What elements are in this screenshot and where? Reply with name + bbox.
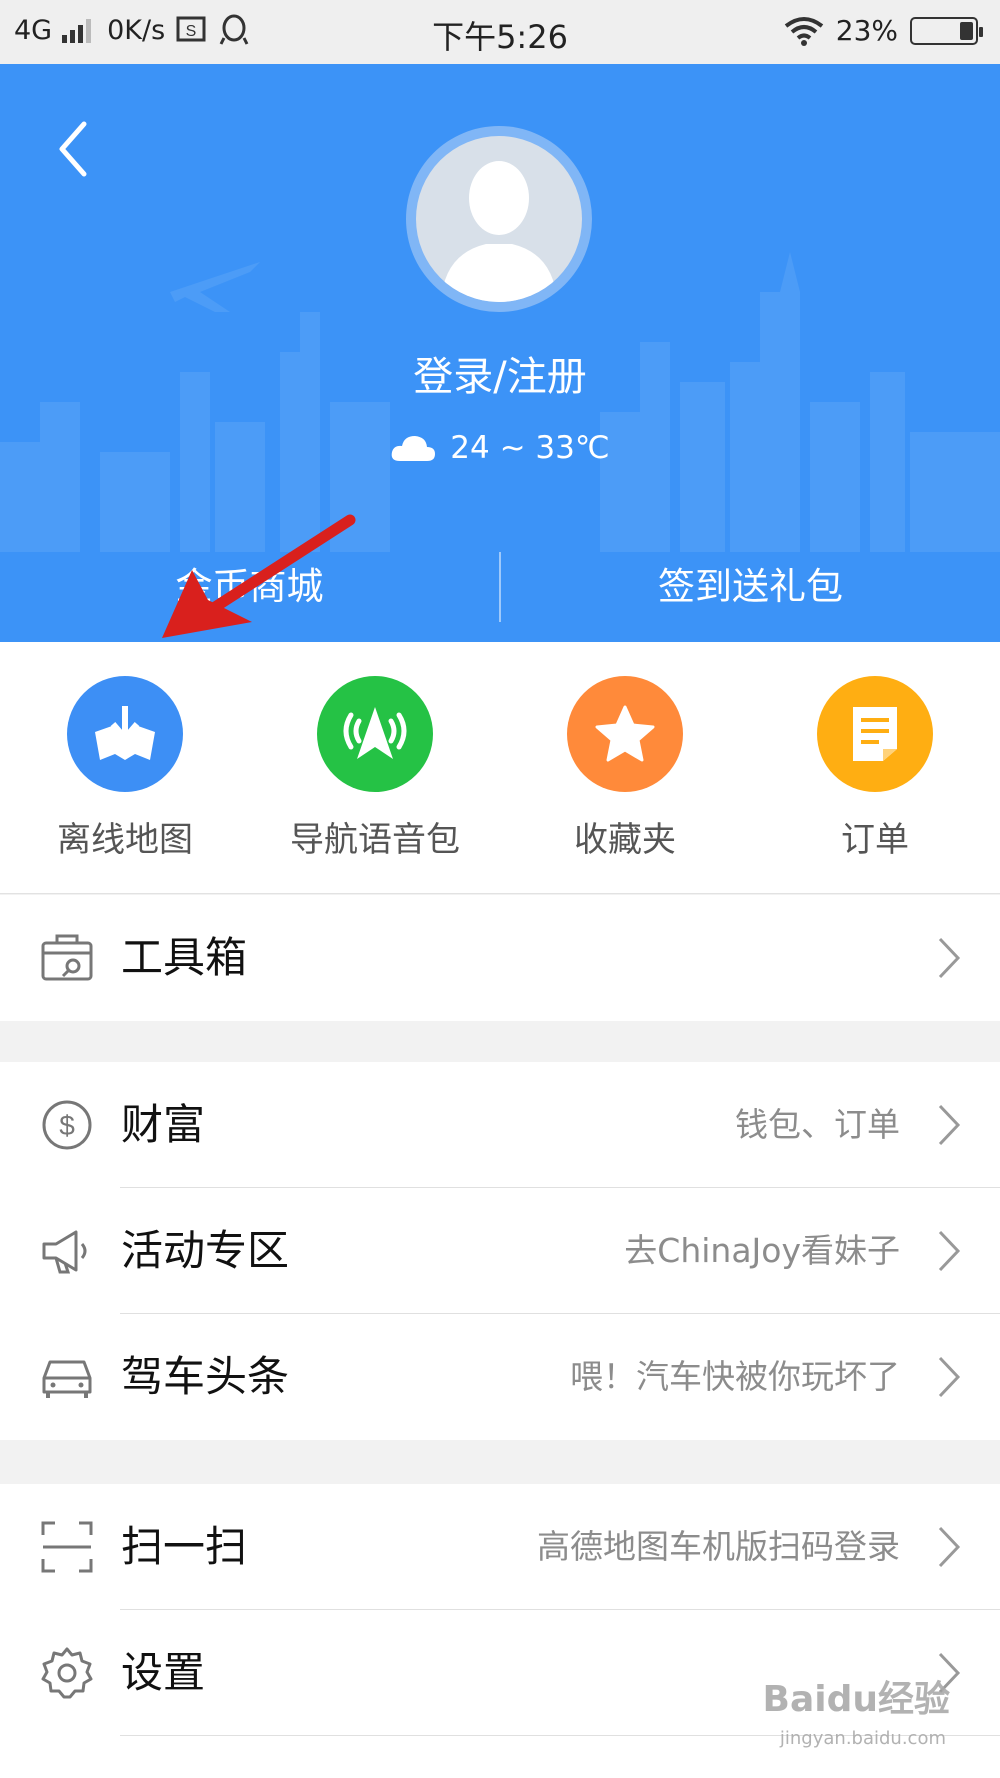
menu-group-services: $ 财富 钱包、订单 活动专区 去ChinaJoy看妹子 驾车头条 喂！汽车快被…	[0, 1062, 1000, 1440]
avatar[interactable]	[406, 126, 592, 312]
scan-frame-icon	[41, 1521, 93, 1573]
toolbox-title: 工具箱	[121, 933, 248, 982]
scan-title: 扫一扫	[121, 1522, 248, 1571]
star-icon	[567, 676, 683, 792]
settings-title: 设置	[121, 1648, 206, 1697]
status-bar: 4G 0K/s S 下午5:26 23%	[0, 0, 1000, 64]
weather-info: 24 ~ 33℃	[0, 430, 1000, 466]
person-silhouette-icon	[441, 161, 557, 302]
orders-button[interactable]: 订单	[750, 642, 1000, 893]
megaphone-icon	[42, 1230, 87, 1274]
driving-news-subtitle: 喂！汽车快被你玩坏了	[570, 1357, 900, 1396]
cloud-icon	[391, 436, 436, 461]
navigation-voice-icon	[317, 676, 433, 792]
driving-news-title: 驾车头条	[121, 1352, 290, 1401]
baidu-jingyan-watermark: Baidu经验	[762, 1679, 950, 1720]
profile-header: 登录/注册 24 ~ 33℃ 金币商城 签到送礼包	[0, 64, 1000, 642]
status-right: 23%	[784, 14, 983, 47]
order-document-icon	[817, 676, 933, 792]
offline-map-label: 离线地图	[57, 820, 193, 860]
scan-subtitle: 高德地图车机版扫码登录	[537, 1527, 900, 1566]
offline-map-download-icon	[67, 676, 183, 792]
orders-label: 订单	[841, 820, 909, 860]
chevron-right-icon	[938, 1356, 961, 1398]
offline-map-button[interactable]: 离线地图	[0, 642, 250, 893]
header-tabs: 金币商城 签到送礼包	[0, 552, 1000, 642]
chevron-right-icon	[938, 1230, 961, 1272]
favorites-button[interactable]: 收藏夹	[500, 642, 750, 893]
wealth-row[interactable]: $ 财富 钱包、订单	[0, 1062, 1000, 1188]
chevron-right-icon	[938, 1526, 961, 1568]
events-row[interactable]: 活动专区 去ChinaJoy看妹子	[0, 1188, 1000, 1314]
watermark-url: jingyan.baidu.com	[779, 1728, 946, 1749]
default-avatar-image	[416, 136, 582, 302]
wifi-icon	[784, 16, 823, 46]
events-subtitle: 去ChinaJoy看妹子	[624, 1231, 900, 1270]
gold-coin-mall-button[interactable]: 金币商城	[0, 552, 499, 642]
wealth-title: 财富	[121, 1100, 206, 1149]
toolbox-icon	[41, 934, 93, 981]
favorites-label: 收藏夹	[574, 820, 676, 860]
back-arrow-icon[interactable]	[48, 114, 108, 184]
dollar-circle-icon: $	[42, 1100, 92, 1150]
car-icon	[42, 1360, 92, 1398]
chevron-right-icon	[938, 1104, 961, 1146]
temperature-range: 24 ~ 33℃	[450, 430, 610, 466]
quick-actions: 离线地图 导航语音包 收藏夹 订单	[0, 642, 1000, 894]
menu-group-tools: 工具箱	[0, 895, 1000, 1021]
voice-pack-label: 导航语音包	[290, 820, 460, 860]
battery-percent: 23%	[835, 14, 898, 47]
wealth-subtitle: 钱包、订单	[735, 1105, 900, 1144]
toolbox-row[interactable]: 工具箱	[0, 895, 1000, 1021]
svg-text:$: $	[59, 1110, 75, 1141]
voice-pack-button[interactable]: 导航语音包	[250, 642, 500, 893]
chevron-right-icon	[938, 937, 961, 979]
events-title: 活动专区	[121, 1226, 290, 1275]
checkin-gift-button[interactable]: 签到送礼包	[501, 552, 1000, 642]
driving-news-row[interactable]: 驾车头条 喂！汽车快被你玩坏了	[0, 1314, 1000, 1440]
scan-row[interactable]: 扫一扫 高德地图车机版扫码登录	[0, 1484, 1000, 1610]
login-register-link[interactable]: 登录/注册	[0, 344, 1000, 402]
gear-icon	[41, 1647, 93, 1699]
battery-icon	[910, 16, 983, 45]
